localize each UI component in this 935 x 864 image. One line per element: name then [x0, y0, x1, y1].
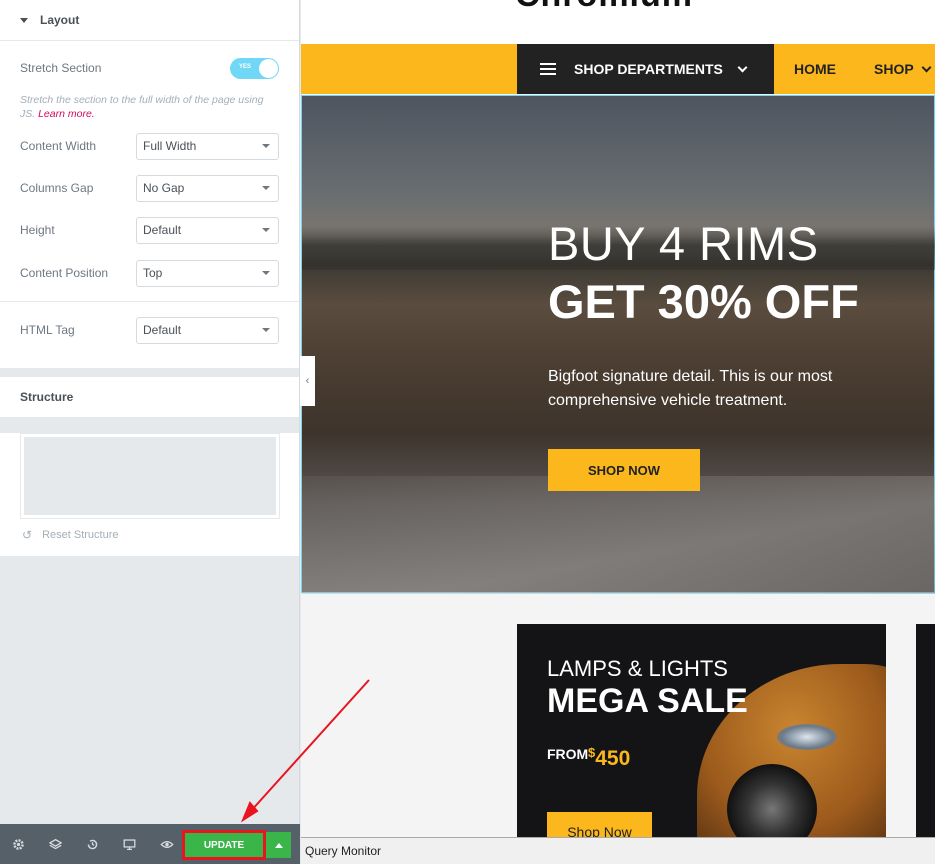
structure-section-body: ↺ Reset Structure	[0, 433, 299, 556]
shop-departments-label: SHOP DEPARTMENTS	[574, 61, 723, 77]
hero-section[interactable]: BUY 4 RIMS GET 30% OFF Bigfoot signature…	[301, 95, 935, 594]
preview-eye-icon[interactable]	[148, 824, 185, 864]
structure-preview[interactable]	[20, 433, 280, 519]
chevron-left-icon: ‹	[305, 375, 310, 387]
content-width-label: Content Width	[20, 139, 97, 153]
content-width-select[interactable]: Full Width	[136, 132, 279, 160]
html-tag-label: HTML Tag	[20, 323, 75, 337]
reset-structure-label: Reset Structure	[42, 529, 119, 541]
content-position-select[interactable]: Top	[136, 259, 279, 287]
stretch-section-label: Stretch Section	[20, 61, 102, 75]
columns-gap-row: Columns Gap No Gap	[0, 167, 299, 209]
hero-shop-now-button[interactable]: SHOP NOW	[548, 449, 700, 491]
site-logo: Chromium	[515, 0, 693, 15]
promo-price-value: 450	[595, 747, 631, 770]
dropdown-arrow-icon	[262, 271, 270, 275]
dropdown-arrow-icon	[262, 228, 270, 232]
height-row: Height Default	[0, 209, 299, 251]
html-tag-value: Default	[143, 323, 182, 337]
chevron-down-icon	[737, 62, 748, 72]
structure-section-header[interactable]: Structure	[0, 377, 299, 418]
hamburger-icon	[540, 63, 556, 75]
height-select[interactable]: Default	[136, 216, 279, 244]
settings-gear-icon[interactable]	[0, 824, 37, 864]
promo-price: $450	[588, 745, 630, 771]
reset-structure-button[interactable]: ↺ Reset Structure	[0, 519, 299, 556]
layout-section-body: Stretch Section YES Stretch the section …	[0, 41, 299, 368]
section-gap	[0, 368, 299, 377]
promo-line1: LAMPS & LIGHTS	[547, 656, 728, 681]
update-button[interactable]: UPDATE	[182, 830, 266, 860]
chevron-down-icon	[921, 62, 932, 72]
content-position-value: Top	[143, 266, 163, 280]
height-value: Default	[143, 223, 182, 237]
columns-gap-label: Columns Gap	[20, 181, 94, 195]
main-navbar: SHOP DEPARTMENTS HOME SHOP	[301, 44, 935, 94]
shop-departments-button[interactable]: SHOP DEPARTMENTS	[517, 44, 774, 94]
nav-shop[interactable]: SHOP	[874, 44, 932, 94]
structure-column	[24, 437, 276, 515]
promo-line2: MEGA SALE	[547, 682, 748, 720]
dropdown-arrow-icon	[262, 186, 270, 190]
nav-home[interactable]: HOME	[794, 44, 836, 94]
content-width-value: Full Width	[143, 139, 197, 153]
toggle-label: YES	[239, 63, 252, 70]
nav-shop-label: SHOP	[874, 61, 914, 77]
layout-section-title: Layout	[40, 13, 80, 27]
toggle-knob	[259, 58, 278, 78]
query-monitor-label: Query Monitor	[305, 844, 382, 858]
learn-more-link[interactable]: Learn more.	[38, 108, 95, 120]
save-options-button[interactable]	[266, 832, 291, 858]
html-tag-select[interactable]: Default	[136, 316, 279, 344]
collapse-panel-button[interactable]: ‹	[300, 356, 315, 406]
panel-footer: UPDATE	[0, 824, 300, 864]
navigator-layers-icon[interactable]	[37, 824, 74, 864]
caret-down-icon	[20, 17, 28, 23]
hero-background-road	[302, 476, 935, 594]
promo-car-headlight	[777, 724, 837, 750]
dropdown-arrow-icon	[262, 328, 270, 332]
dropdown-arrow-icon	[262, 144, 270, 148]
promo-from-label: FROM	[547, 746, 589, 762]
caret-up-icon	[274, 842, 283, 848]
stretch-description: Stretch the section to the full width of…	[0, 91, 299, 125]
content-position-row: Content Position Top	[0, 251, 299, 295]
content-width-row: Content Width Full Width	[0, 125, 299, 167]
undo-icon: ↺	[22, 528, 33, 542]
query-monitor-bar[interactable]: Query Monitor	[301, 837, 935, 864]
page-preview: Chromium SHOP DEPARTMENTS HOME SHOP BUY …	[301, 0, 935, 864]
columns-gap-value: No Gap	[143, 181, 185, 195]
responsive-desktop-icon[interactable]	[111, 824, 148, 864]
hero-heading-line1: BUY 4 RIMS	[548, 217, 819, 270]
stretch-section-toggle[interactable]: YES	[230, 57, 279, 79]
promo-card[interactable]: LAMPS & LIGHTS MEGA SALE FROM $450 Shop …	[517, 624, 886, 864]
next-promo-card-edge[interactable]	[916, 624, 935, 864]
columns-gap-select[interactable]: No Gap	[136, 174, 279, 202]
history-icon[interactable]	[74, 824, 111, 864]
site-header: Chromium	[301, 0, 935, 44]
stretch-section-row: Stretch Section YES	[0, 41, 299, 91]
editor-panel: Layout Stretch Section YES Stretch the s…	[0, 0, 300, 864]
html-tag-row: HTML Tag Default	[0, 302, 299, 358]
hero-heading-line2: GET 30% OFF	[548, 275, 859, 328]
height-label: Height	[20, 223, 55, 237]
content-position-label: Content Position	[20, 266, 109, 280]
hero-text: Bigfoot signature detail. This is our mo…	[548, 368, 833, 409]
structure-section-title: Structure	[20, 390, 74, 404]
layout-section-header[interactable]: Layout	[0, 0, 299, 41]
